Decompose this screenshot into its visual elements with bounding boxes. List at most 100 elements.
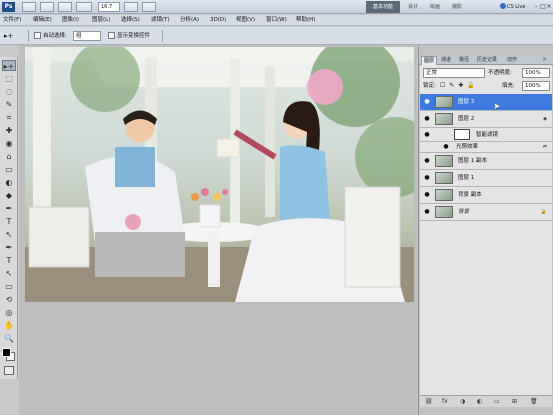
3d-rotate-tool-icon[interactable]: ⟲ — [2, 294, 16, 305]
hand-tool-icon[interactable]: ✋ — [2, 320, 16, 331]
lock-icons[interactable]: ☐ ✎ ✚ 🔒 — [440, 82, 476, 90]
opacity-input[interactable]: 100% — [522, 68, 550, 78]
workspace-painting[interactable]: 绘画 — [430, 1, 440, 13]
layer-name: 图层 2 — [458, 116, 475, 122]
move-tool-preset-icon[interactable]: ▸+ — [4, 31, 20, 41]
workspace-design[interactable]: 设计 — [408, 1, 418, 13]
layer-row[interactable]: ● 背景 🔒 — [420, 204, 552, 221]
menu-edit[interactable]: 编辑(E) — [33, 16, 52, 25]
screen-mode-button[interactable] — [142, 2, 156, 12]
add-mask-icon[interactable]: ◑ — [460, 398, 465, 406]
quick-mask-button[interactable] — [4, 366, 14, 375]
dodge-tool-icon[interactable]: ↖ — [2, 229, 16, 240]
marquee-tool-icon[interactable]: ⬚ — [2, 73, 16, 84]
path-selection-tool-icon[interactable]: ↖ — [2, 268, 16, 279]
cs-live-button[interactable]: CS Live — [500, 2, 530, 12]
panel-menu-icon[interactable]: × — [542, 56, 547, 64]
menu-view[interactable]: 视图(V) — [236, 16, 255, 25]
menu-window[interactable]: 窗口(W) — [266, 16, 287, 25]
eye-icon[interactable]: ● — [423, 115, 431, 123]
type-tool-icon[interactable]: T — [2, 255, 16, 266]
new-layer-icon[interactable]: ⊞ — [512, 398, 517, 406]
panel-dock: 图层 通道 路径 历史记录 动作 × 正常 不透明度: 100% 锁定: ☐ ✎… — [418, 45, 553, 415]
quick-selection-tool-icon[interactable]: ✎ — [2, 99, 16, 110]
cs-live-icon — [500, 3, 506, 9]
delete-layer-icon[interactable]: 🗑 — [530, 398, 538, 406]
layer-row[interactable]: ● 图层 2 ◈ — [420, 111, 552, 128]
smart-filter-icon[interactable]: ◈ — [543, 115, 547, 123]
show-transform-controls-checkbox[interactable] — [108, 32, 115, 39]
layer-name: 图层 3 — [458, 99, 475, 105]
eye-icon[interactable]: ● — [442, 143, 450, 151]
filter-row[interactable]: ● 光照效果 ⇌ — [420, 142, 552, 153]
hand-tool-button[interactable] — [76, 2, 92, 12]
zoom-level[interactable]: 16.7 — [98, 2, 120, 12]
layer-row[interactable]: ● 背景 副本 — [420, 187, 552, 204]
show-transform-controls-label: 显示变换控件 — [117, 33, 151, 39]
menu-layer[interactable]: 图层(L) — [92, 16, 110, 25]
eye-icon[interactable]: ● — [423, 98, 431, 106]
tab-paths[interactable]: 路径 — [457, 56, 471, 65]
document-photo[interactable] — [25, 47, 414, 302]
minimize-button[interactable]: – — [533, 2, 539, 11]
eye-icon[interactable]: ● — [423, 131, 431, 139]
history-brush-tool-icon[interactable]: ◐ — [2, 177, 16, 188]
options-separator — [28, 30, 29, 42]
crop-tool-icon[interactable]: ⌗ — [2, 112, 16, 123]
adjustment-layer-icon[interactable]: ◐ — [477, 398, 482, 406]
new-group-icon[interactable]: ▭ — [494, 398, 500, 406]
tab-layers[interactable]: 图层 — [421, 56, 438, 65]
add-layer-style-icon[interactable]: fx — [442, 398, 448, 406]
lock-label: 锁定: — [423, 83, 436, 89]
arrange-documents-button[interactable] — [124, 2, 138, 12]
eyedropper-tool-icon[interactable]: ✚ — [2, 125, 16, 136]
tab-history[interactable]: 历史记录 — [475, 56, 499, 65]
healing-brush-tool-icon[interactable]: ◉ — [2, 138, 16, 149]
move-tool-icon[interactable]: ▸+ — [2, 60, 16, 71]
smart-filters-row[interactable]: ● 智能滤镜 — [420, 128, 552, 142]
blur-tool-icon[interactable]: T — [2, 216, 16, 227]
bridge-button[interactable] — [22, 2, 36, 12]
link-layers-icon[interactable]: ⛓ — [425, 398, 433, 406]
gradient-tool-icon[interactable]: ✒ — [2, 203, 16, 214]
menu-image[interactable]: 图像(I) — [62, 16, 79, 25]
eye-icon[interactable]: ● — [423, 191, 431, 199]
blend-mode-dropdown[interactable]: 正常 — [423, 68, 485, 78]
tab-channels[interactable]: 通道 — [439, 56, 453, 65]
auto-select-checkbox[interactable] — [34, 32, 41, 39]
smart-filters-label: 智能滤镜 — [476, 132, 499, 138]
layers-panel: 正常 不透明度: 100% 锁定: ☐ ✎ ✚ 🔒 填充: 100% ● 图层 … — [420, 65, 552, 395]
filter-options-icon[interactable]: ⇌ — [543, 143, 547, 151]
eye-icon[interactable]: ● — [423, 174, 431, 182]
workspace-photography[interactable]: 摄影 — [452, 1, 462, 13]
menu-3d[interactable]: 3D(D) — [210, 16, 226, 25]
minibridge-button[interactable] — [40, 2, 54, 12]
workspace-essentials[interactable]: 基本功能 — [366, 1, 400, 13]
foreground-color-swatch[interactable] — [2, 348, 11, 357]
pen-tool-icon[interactable]: ✒ — [2, 242, 16, 253]
eye-icon[interactable]: ● — [423, 157, 431, 165]
clone-stamp-tool-icon[interactable]: ▭ — [2, 164, 16, 175]
menu-filter[interactable]: 滤镜(T) — [151, 16, 170, 25]
layer-row[interactable]: ● 图层 1 — [420, 170, 552, 187]
brush-tool-icon[interactable]: ⌂ — [2, 151, 16, 162]
auto-select-dropdown[interactable]: 组 — [73, 31, 101, 41]
shape-tool-icon[interactable]: ▭ — [2, 281, 16, 292]
mouse-cursor-icon: ➤ — [493, 102, 501, 112]
eraser-tool-icon[interactable]: ◆ — [2, 190, 16, 201]
filter-name: 光照效果 — [456, 144, 479, 150]
eye-icon[interactable]: ● — [423, 208, 431, 216]
lasso-tool-icon[interactable]: ◌ — [2, 86, 16, 97]
layer-row[interactable]: ● 图层 1 副本 — [420, 153, 552, 170]
tab-actions[interactable]: 动作 — [505, 56, 519, 65]
menu-file[interactable]: 文件(F) — [3, 16, 21, 25]
menu-select[interactable]: 选择(S) — [121, 16, 140, 25]
close-window-button[interactable]: × — [546, 2, 552, 11]
menu-help[interactable]: 帮助(H) — [296, 16, 315, 25]
layer-row[interactable]: ● 图层 3 — [420, 94, 552, 111]
menu-analysis[interactable]: 分析(A) — [180, 16, 199, 25]
view-extras-button[interactable] — [58, 2, 72, 12]
zoom-tool-icon[interactable]: 🔍 — [2, 333, 16, 344]
3d-orbit-tool-icon[interactable]: ◎ — [2, 307, 16, 318]
fill-input[interactable]: 100% — [522, 81, 550, 91]
